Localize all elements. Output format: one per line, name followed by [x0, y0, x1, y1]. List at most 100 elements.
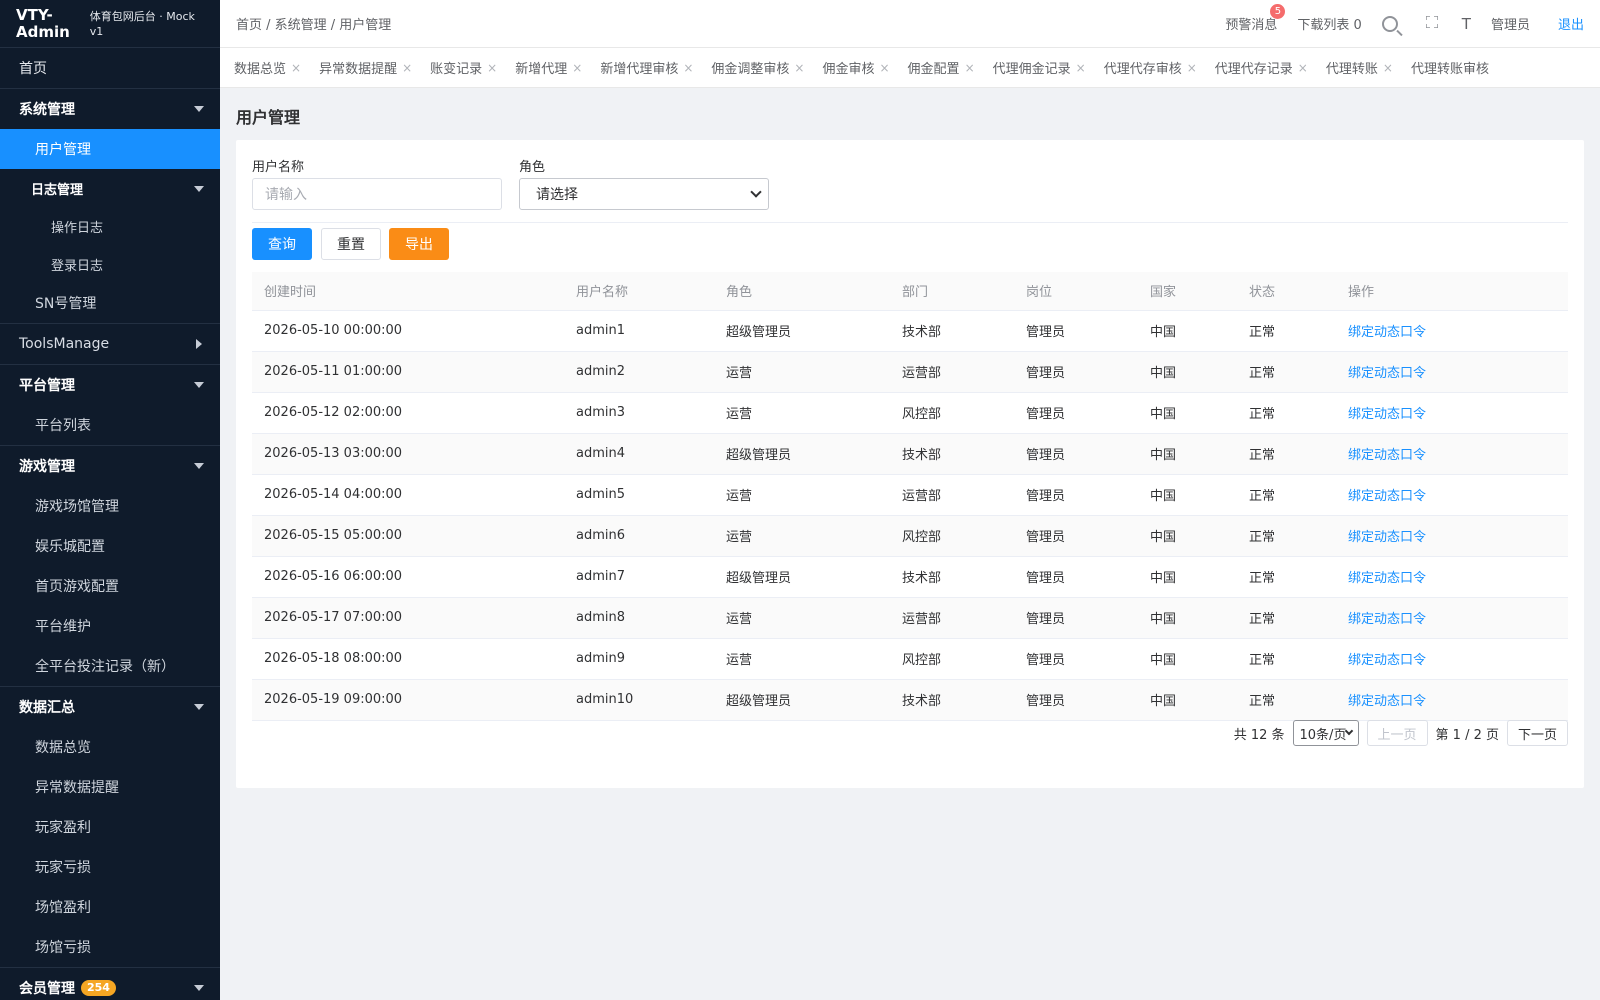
- sidebar-item-user-mgmt[interactable]: 用户管理: [0, 129, 220, 169]
- sidebar-item-platform-list[interactable]: 平台列表: [0, 405, 220, 445]
- sidebar: VTY-Admin 体育包网后台 · Mock v1 首页 系统管理 用户管理 …: [0, 0, 220, 1000]
- tab-item[interactable]: 数据总览 ×: [234, 58, 301, 78]
- sidebar-item-data[interactable]: 数据总览: [0, 727, 220, 767]
- tab-item[interactable]: 代理转账 ×: [1326, 58, 1393, 78]
- close-icon[interactable]: ×: [402, 61, 412, 75]
- close-icon[interactable]: ×: [794, 61, 804, 75]
- sidebar-item-home[interactable]: 首页: [0, 48, 220, 88]
- table-cell: 运营: [714, 392, 890, 434]
- sidebar-item-game[interactable]: 首页游戏配置: [0, 566, 220, 606]
- tab-item[interactable]: 新增代理审核 ×: [600, 58, 693, 78]
- tab-item[interactable]: 新增代理 ×: [515, 58, 582, 78]
- tab-item[interactable]: 佣金调整审核 ×: [711, 58, 804, 78]
- tab-item[interactable]: 代理佣金记录 ×: [992, 58, 1086, 78]
- column-header: 角色: [714, 272, 890, 311]
- close-icon[interactable]: ×: [1187, 61, 1197, 75]
- tab-item[interactable]: 代理代存记录 ×: [1215, 58, 1308, 78]
- close-icon[interactable]: ×: [572, 61, 582, 75]
- close-icon[interactable]: ×: [1298, 61, 1308, 75]
- tab-item[interactable]: 代理代存审核 ×: [1103, 58, 1197, 78]
- table-cell: 技术部: [890, 433, 1014, 475]
- tab-item[interactable]: 佣金审核 ×: [822, 58, 889, 78]
- tab-item[interactable]: 佣金配置 ×: [907, 58, 975, 78]
- close-icon[interactable]: ×: [965, 61, 975, 75]
- user-menu[interactable]: 管理员: [1491, 14, 1530, 33]
- table-cell: 2026-05-17 07:00:00: [252, 597, 564, 639]
- close-icon[interactable]: ×: [1076, 61, 1086, 75]
- table-cell: 运营部: [890, 597, 1014, 639]
- sidebar-item-data[interactable]: 场馆亏损: [0, 927, 220, 967]
- table-cell: 超级管理员: [714, 433, 890, 475]
- sidebar-group-game[interactable]: 游戏管理: [0, 446, 220, 486]
- column-header: 状态: [1237, 272, 1336, 311]
- tab-label: 佣金配置: [907, 62, 960, 77]
- close-icon[interactable]: ×: [683, 61, 693, 75]
- sidebar-item-game[interactable]: 全平台投注记录（新）: [0, 646, 220, 686]
- bind-otp-link[interactable]: 绑定动态口令: [1348, 653, 1426, 668]
- divider: [252, 222, 1568, 223]
- sidebar-item-sn-mgmt[interactable]: SN号管理: [0, 283, 220, 323]
- bind-otp-link[interactable]: 绑定动态口令: [1348, 694, 1426, 709]
- table-cell: 绑定动态口令: [1336, 556, 1568, 598]
- search-button[interactable]: [1381, 15, 1398, 32]
- column-header: 国家: [1138, 272, 1237, 311]
- table-cell: 2026-05-13 03:00:00: [252, 433, 564, 475]
- alerts-label: 预警消息: [1225, 18, 1278, 33]
- font-size-button[interactable]: T: [1462, 15, 1471, 33]
- sidebar-item-data[interactable]: 玩家盈利: [0, 807, 220, 847]
- bind-otp-link[interactable]: 绑定动态口令: [1348, 612, 1426, 627]
- tab-label: 佣金调整审核: [711, 62, 790, 77]
- bind-otp-link[interactable]: 绑定动态口令: [1348, 489, 1426, 504]
- close-icon[interactable]: ×: [879, 61, 889, 75]
- sidebar-item-game[interactable]: 平台维护: [0, 606, 220, 646]
- table-row: 2026-05-15 05:00:00 admin6 运营 风控部 管理员 中国 正常 绑定动…: [252, 515, 1568, 557]
- tab-label: 代理佣金记录: [992, 62, 1071, 77]
- next-page-button[interactable]: 下一页: [1506, 720, 1568, 746]
- sidebar-item-login-log[interactable]: 登录日志: [0, 245, 220, 283]
- page-size-select[interactable]: 10条/页: [1292, 720, 1359, 746]
- close-icon[interactable]: ×: [1383, 61, 1393, 75]
- alerts-link[interactable]: 预警消息 5: [1225, 4, 1286, 33]
- sidebar-group-log-mgmt[interactable]: 日志管理: [0, 169, 220, 207]
- prev-page-button[interactable]: 上一页: [1366, 720, 1428, 746]
- bind-otp-link[interactable]: 绑定动态口令: [1348, 325, 1426, 340]
- sidebar-group-data[interactable]: 数据汇总: [0, 687, 220, 727]
- sidebar-item-data[interactable]: 异常数据提醒: [0, 767, 220, 807]
- sidebar-item-data[interactable]: 玩家亏损: [0, 847, 220, 887]
- sidebar-item-game[interactable]: 娱乐城配置: [0, 526, 220, 566]
- table-cell: 管理员: [1014, 515, 1138, 557]
- bind-otp-link[interactable]: 绑定动态口令: [1348, 571, 1426, 586]
- bind-otp-link[interactable]: 绑定动态口令: [1348, 407, 1426, 422]
- table-cell: 2026-05-12 02:00:00: [252, 392, 564, 434]
- query-button[interactable]: 查询: [252, 228, 312, 260]
- sidebar-item-game[interactable]: 游戏场馆管理: [0, 486, 220, 526]
- tab-item[interactable]: 代理转账审核: [1411, 58, 1489, 77]
- close-icon[interactable]: ×: [291, 61, 301, 75]
- chevron-down-icon: [194, 985, 204, 991]
- sidebar-group-member[interactable]: 会员管理 254: [0, 968, 220, 1000]
- table-row: 2026-05-17 07:00:00 admin8 运营 运营部 管理员 中国 正常 绑定动…: [252, 597, 1568, 639]
- sidebar-group-tools[interactable]: ToolsManage: [0, 324, 220, 364]
- bind-otp-link[interactable]: 绑定动态口令: [1348, 530, 1426, 545]
- chevron-down-icon: [194, 186, 204, 192]
- export-button[interactable]: 导出: [389, 228, 449, 260]
- role-select[interactable]: 请选择: [519, 178, 769, 210]
- downloads-link[interactable]: 下载列表 0: [1297, 14, 1361, 33]
- tab-label: 代理代存审核: [1103, 62, 1182, 77]
- logout-button[interactable]: 退出: [1558, 14, 1584, 33]
- sidebar-group-system[interactable]: 系统管理: [0, 89, 220, 129]
- table-cell: 管理员: [1014, 638, 1138, 680]
- bind-otp-link[interactable]: 绑定动态口令: [1348, 366, 1426, 381]
- sidebar-item-data[interactable]: 场馆盈利: [0, 887, 220, 927]
- username-input[interactable]: 请输入: [252, 178, 502, 210]
- fullscreen-button[interactable]: [1425, 14, 1439, 32]
- tab-item[interactable]: 账变记录 ×: [430, 58, 497, 78]
- reset-button[interactable]: 重置: [321, 228, 381, 260]
- tab-item[interactable]: 异常数据提醒 ×: [319, 58, 412, 78]
- table-cell: 管理员: [1014, 474, 1138, 516]
- bind-otp-link[interactable]: 绑定动态口令: [1348, 448, 1426, 463]
- sidebar-item-op-log[interactable]: 操作日志: [0, 207, 220, 245]
- table-cell: 正常: [1237, 515, 1336, 557]
- sidebar-group-platform[interactable]: 平台管理: [0, 365, 220, 405]
- close-icon[interactable]: ×: [487, 61, 497, 75]
